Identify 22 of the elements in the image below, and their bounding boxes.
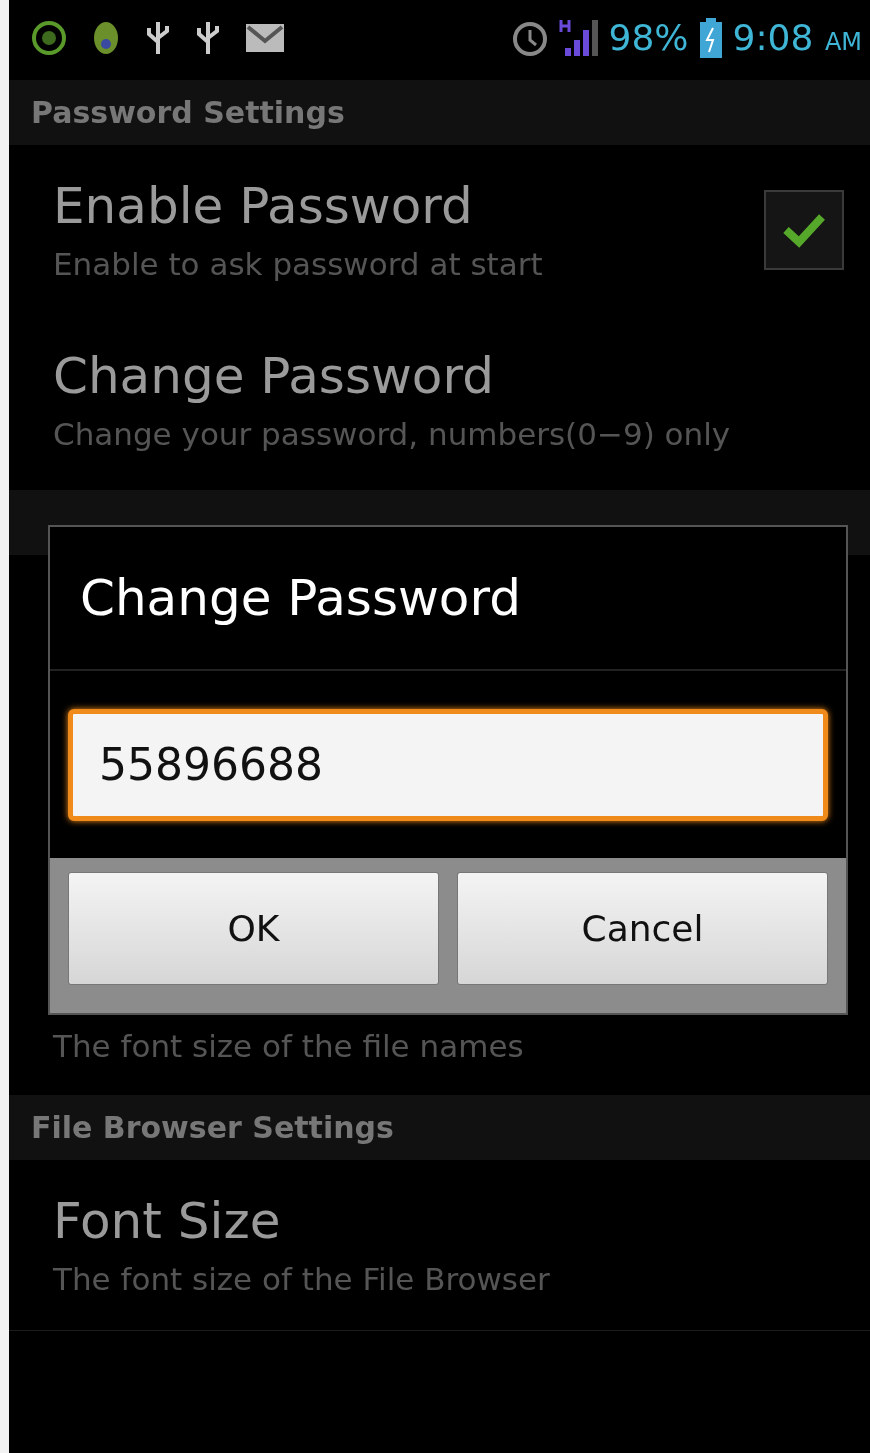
clock-time: 9:08 AM bbox=[732, 17, 862, 58]
setting-summary: The font size of the file names bbox=[53, 1027, 524, 1066]
dialog-button[interactable]: Cancel bbox=[457, 872, 828, 985]
password-field[interactable]: 55896688 bbox=[68, 708, 828, 821]
setting-summary: Change your password, numbers(0−9) only bbox=[53, 415, 732, 454]
setting-title[interactable]: Enable Password bbox=[53, 174, 764, 238]
usb-icon bbox=[145, 19, 171, 56]
section-title: File Browser Settings bbox=[31, 1110, 394, 1145]
usb-icon bbox=[195, 19, 221, 56]
setting-summary: Enable to ask password at start bbox=[53, 245, 544, 284]
setting-summary: The font size of the File Browser bbox=[53, 1260, 551, 1299]
battery-percent: 98% bbox=[608, 17, 689, 58]
dialog-button[interactable]: OK bbox=[68, 872, 439, 985]
signal-icon bbox=[558, 17, 599, 58]
battery-icon bbox=[698, 17, 723, 58]
setting-title[interactable]: Font Size bbox=[53, 1189, 844, 1253]
dialog-title: Change Password bbox=[80, 569, 521, 627]
setting-title[interactable]: Change Password bbox=[53, 344, 844, 408]
checkbox[interactable] bbox=[764, 190, 844, 270]
section-title: Password Settings bbox=[31, 95, 345, 130]
check-icon bbox=[782, 212, 826, 248]
mail-icon bbox=[245, 22, 285, 53]
